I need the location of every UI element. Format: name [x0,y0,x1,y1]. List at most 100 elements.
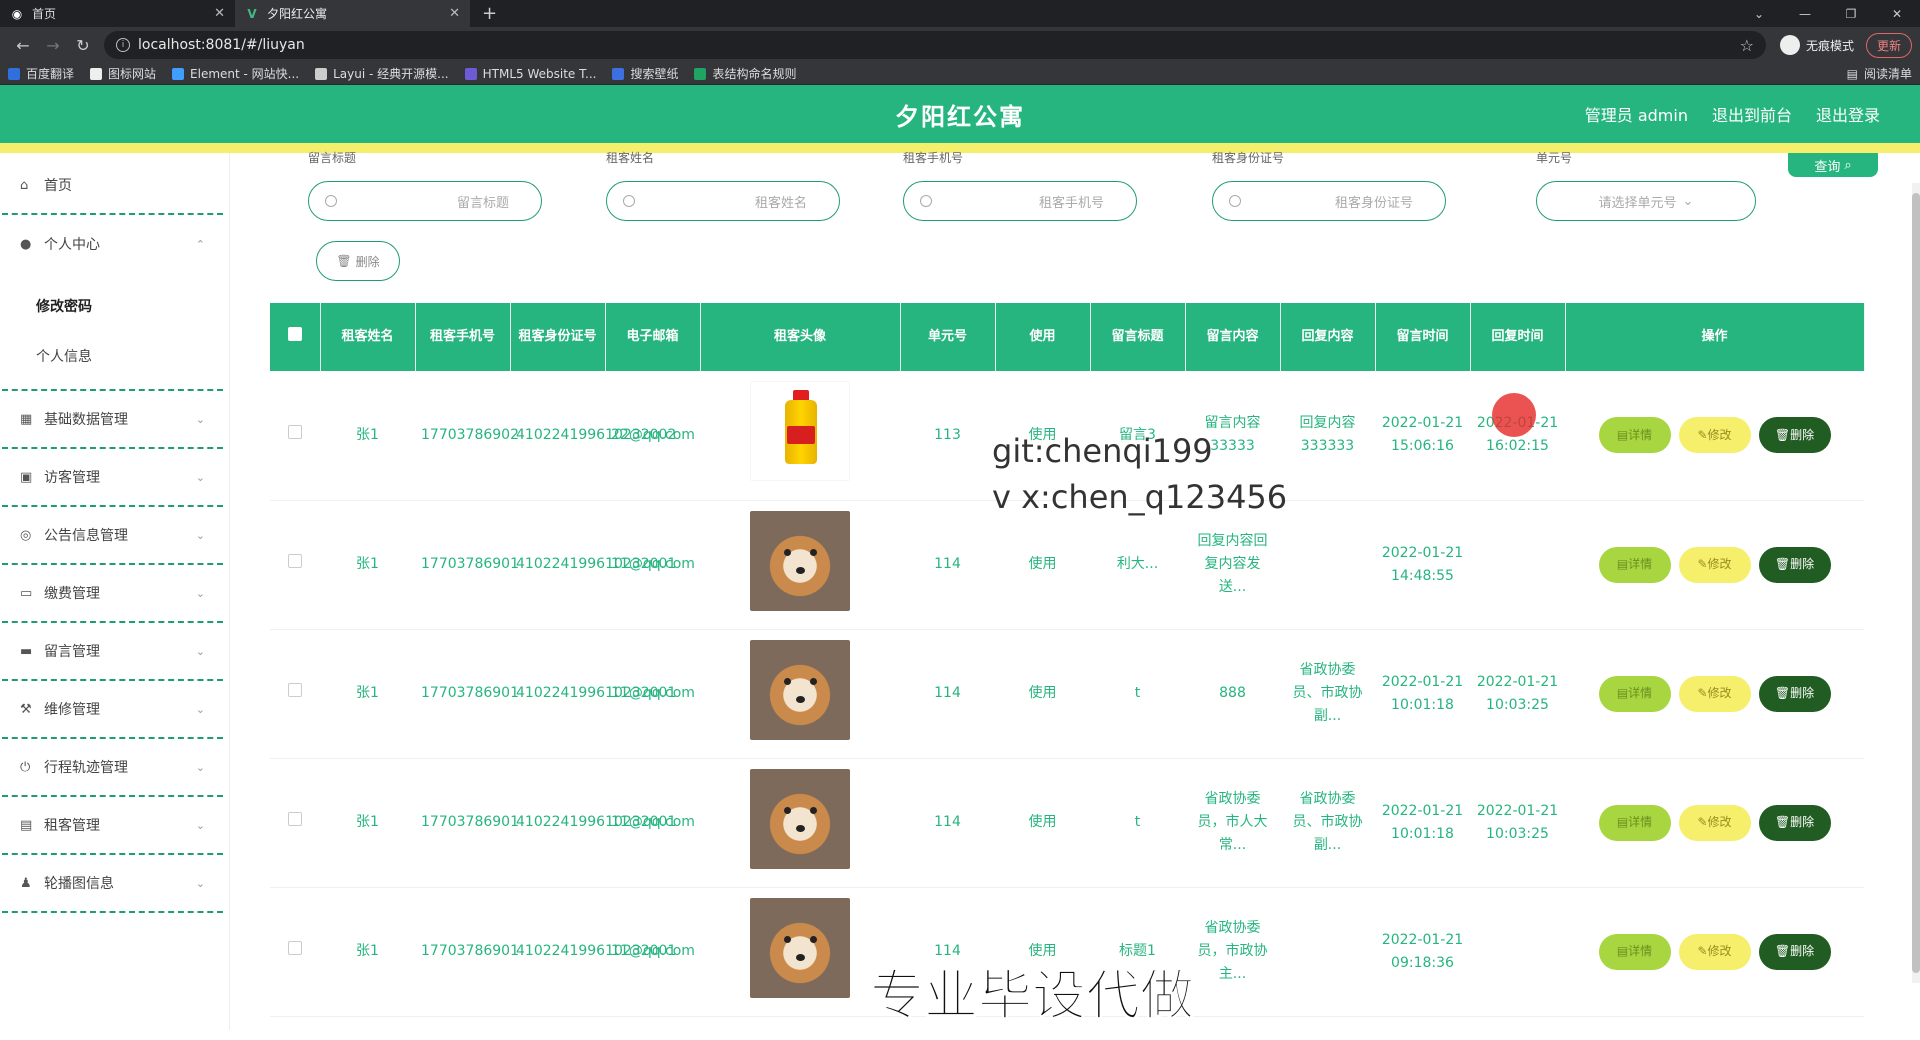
search-input-title[interactable]: 留言标题 [308,181,542,221]
forward-icon[interactable]: → [38,36,68,55]
sidebar-item-visitors[interactable]: ▣ 访客管理 ⌄ [2,449,223,507]
file-icon: ▤ [1616,557,1629,571]
new-tab-button[interactable]: + [470,0,509,27]
restore-icon[interactable]: ❐ [1828,7,1874,21]
bookmark-star-icon[interactable]: ☆ [1740,36,1754,55]
sidebar-subitem-change-password[interactable]: 修改密码 [2,281,223,331]
sidebar-item-messages[interactable]: ▬ 留言管理 ⌄ [2,623,223,681]
select-all-checkbox[interactable] [287,326,302,341]
tab-search-icon[interactable]: ⌄ [1736,7,1782,21]
bookmark-item[interactable]: 百度翻译 [8,65,74,82]
delete-button[interactable]: 🗑 删除 [1758,417,1831,454]
layui-icon [315,67,328,80]
sidebar-subitem-profile[interactable]: 个人信息 [2,331,223,381]
edit-button[interactable]: ✎ 修改 [1678,933,1751,970]
avatar-shiba-dog-image [750,639,850,740]
reload-icon[interactable]: ↻ [68,36,98,55]
edit-button[interactable]: ✎ 修改 [1678,804,1751,841]
edit-button[interactable]: ✎ 修改 [1678,675,1751,712]
cell-unit: 114 [900,500,995,630]
logout-link[interactable]: 退出登录 [1816,102,1880,126]
address-bar[interactable]: i localhost:8081/#/liuyan ☆ [104,31,1766,59]
sidebar-item-repairs[interactable]: ⚒ 维修管理 ⌄ [2,681,223,739]
unit-select[interactable]: 请选择单元号 ⌄ [1536,181,1756,221]
button-label: 详情 [1628,815,1653,829]
incognito-indicator[interactable]: 无痕模式 [1779,35,1854,55]
detail-button[interactable]: ▤ 详情 [1598,675,1671,712]
back-icon[interactable]: ← [8,36,38,55]
sidebar-item-home[interactable]: ⌂ 首页 [2,157,223,215]
sidebar-item-basic-data[interactable]: ▦ 基础数据管理 ⌄ [2,391,223,449]
info-icon[interactable]: i [116,38,130,52]
delete-button[interactable]: 🗑 删除 [1758,675,1831,712]
app-title: 夕阳红公寓 [895,102,1025,131]
edit-button[interactable]: ✎ 修改 [1678,546,1751,583]
browser-tab-apartment[interactable]: V 夕阳红公寓 ✕ [235,0,470,27]
window-controls: ⌄ — ❐ ✕ [1736,0,1920,27]
tab-close-icon[interactable]: ✕ [449,6,460,21]
cell-content: 省政协委员，市人大常... [1185,758,1280,888]
edit-button[interactable]: ✎ 修改 [1678,417,1751,454]
button-label: 详情 [1628,557,1653,571]
delete-button[interactable]: 🗑 删除 [1758,804,1831,841]
bookmark-label: 图标网站 [108,67,157,81]
row-checkbox[interactable] [288,941,302,955]
sidebar-item-tenants[interactable]: ▤ 租客管理 ⌄ [2,797,223,855]
chevron-down-icon: ⌄ [195,702,205,716]
column-header: 租客姓名 [320,303,416,371]
button-label: 删除 [1790,815,1815,829]
reading-list[interactable]: ▤ 阅读清单 [1847,65,1912,82]
detail-button[interactable]: ▤ 详情 [1598,933,1671,970]
main-content: 留言标题 留言标题 租客姓名 租客姓名 租客手机号 租客手机号 租客身份证号 租… [230,151,1920,1030]
tab-close-icon[interactable]: ✕ [214,6,225,21]
cell-email: 11@qq.com [605,887,700,1017]
sidebar-item-payments[interactable]: ▭ 缴费管理 ⌄ [2,565,223,623]
sidebar-item-carousel[interactable]: ♟ 轮播图信息 ⌄ [2,855,223,913]
watermark-line: v x:chen_q123456 [992,478,1288,516]
search-input-name[interactable]: 租客姓名 [606,181,840,221]
bookmark-item[interactable]: Layui - 经典开源模... [315,65,449,82]
search-input-phone[interactable]: 租客手机号 [903,181,1137,221]
close-window-icon[interactable]: ✕ [1874,7,1920,21]
scrollbar[interactable] [1912,183,1920,983]
cell-msg_time: 2022-01-21 15:06:16 [1375,371,1470,501]
bookmark-item[interactable]: 表结构命名规则 [694,65,796,82]
row-checkbox[interactable] [288,424,302,439]
row-select-cell [270,758,320,888]
bookmark-item[interactable]: Element - 网站快... [172,65,299,82]
bookmark-item[interactable]: 图标网站 [90,65,156,82]
sidebar-item-personal[interactable]: ● 个人中心 ⌃ [2,215,223,273]
detail-button[interactable]: ▤ 详情 [1598,804,1671,841]
detail-button[interactable]: ▤ 详情 [1598,546,1671,583]
bookmark-item[interactable]: HTML5 Website T... [464,67,596,81]
search-input-idcard[interactable]: 租客身份证号 [1212,181,1446,221]
sidebar-item-notices[interactable]: ◎ 公告信息管理 ⌄ [2,507,223,565]
row-checkbox[interactable] [288,554,302,568]
cell-email: 11@qq.com [605,758,700,888]
translate-icon [8,67,20,80]
browser-tab-home[interactable]: ◉ 首页 ✕ [0,0,235,27]
delete-button[interactable]: 🗑 删除 [1758,546,1831,583]
minimize-icon[interactable]: — [1782,7,1828,21]
row-checkbox[interactable] [288,812,302,826]
row-checkbox[interactable] [288,683,302,697]
admin-label: 管理员 admin [1584,106,1688,125]
column-header: 电子邮箱 [605,303,701,371]
select-all-cell[interactable] [270,303,321,371]
cell-use: 使用 [995,758,1090,888]
update-button[interactable]: 更新 [1865,32,1912,58]
sidebar-item-label: 个人中心 [44,237,100,253]
cell-title: t [1090,758,1185,888]
url-text: localhost:8081/#/liuyan [138,37,305,53]
to-front-link[interactable]: 退出到前台 [1712,102,1792,126]
select-placeholder: 请选择单元号 [1598,195,1677,211]
cell-reply_time: 2022-01-21 10:03:25 [1470,629,1565,759]
batch-delete-button[interactable]: 🗑 删除 [316,241,400,281]
bookmark-item[interactable]: 搜索壁纸 [612,65,678,82]
sidebar-item-itinerary[interactable]: ⏻ 行程轨迹管理 ⌄ [2,739,223,797]
scrollbar-thumb[interactable] [1912,193,1920,973]
detail-button[interactable]: ▤ 详情 [1598,417,1671,454]
query-button[interactable]: 查询 ⌕ [1788,153,1878,177]
delete-button[interactable]: 🗑 删除 [1758,933,1831,970]
row-select-cell [270,887,320,1017]
